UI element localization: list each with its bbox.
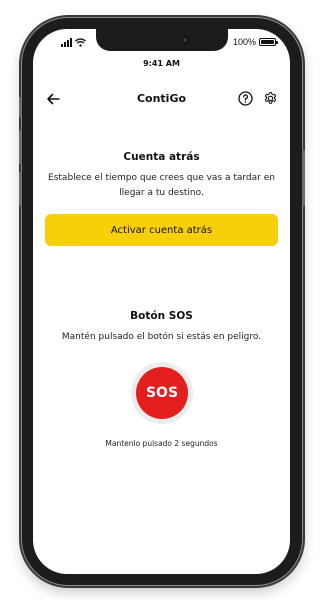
countdown-title: Cuenta atrás [123, 151, 200, 163]
mute-switch [19, 97, 22, 117]
volume-up-button [19, 130, 22, 164]
help-icon[interactable] [238, 91, 253, 106]
sos-description: Mantén pulsado el botón si estás en peli… [61, 332, 262, 342]
volume-down-button [19, 172, 22, 206]
camera-icon [181, 36, 189, 44]
signal-icon [61, 38, 72, 47]
countdown-description: Establece el tiempo que crees que vas a … [48, 173, 275, 198]
power-button [302, 150, 305, 206]
activate-countdown-button[interactable]: Activar cuenta atrás [45, 214, 278, 246]
sos-button[interactable]: SOS [136, 367, 188, 419]
status-time: 9:41 AM [143, 59, 180, 68]
status-right: 100% [232, 37, 278, 47]
sos-title: Botón SOS [130, 310, 193, 322]
battery-icon [259, 38, 278, 46]
battery-percent: 100% [232, 37, 256, 47]
stage: 100% 9:41 AM ContiGo Cuenta atrás Establ… [0, 0, 323, 600]
notch [96, 29, 228, 51]
app-header: ContiGo [33, 89, 290, 109]
wifi-icon [75, 38, 86, 47]
gear-icon[interactable] [263, 91, 278, 106]
phone-screen: 100% 9:41 AM ContiGo Cuenta atrás Establ… [33, 29, 290, 574]
status-left [61, 38, 86, 47]
sos-hint: Mantenlo pulsado 2 segundos [105, 439, 218, 448]
